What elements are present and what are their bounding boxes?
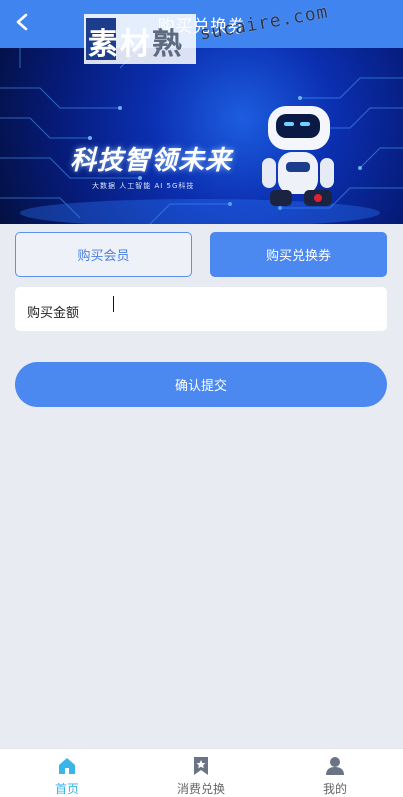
tab-buy-voucher[interactable]: 购买兑换券: [210, 232, 387, 277]
tab-buy-membership[interactable]: 购买会员: [15, 232, 192, 277]
robot-illustration: [262, 106, 334, 206]
nav-item-mine[interactable]: 我的: [268, 749, 402, 797]
submit-button[interactable]: 确认提交: [15, 362, 387, 407]
amount-field: 购买金额: [15, 287, 387, 331]
circuit-background: [0, 48, 403, 224]
amount-input[interactable]: [97, 293, 377, 325]
banner-subline: 大数据 人工智能 AI 5G科技: [92, 182, 195, 190]
nav-label-mine: 我的: [322, 782, 347, 796]
bottom-nav: 首页 消费兑换 我的: [0, 748, 403, 797]
logo-text: 素材: [88, 27, 152, 62]
amount-label: 购买金额: [27, 306, 80, 321]
text-caret: [113, 296, 114, 312]
user-icon: [324, 755, 346, 777]
nav-item-home[interactable]: 首页: [0, 749, 134, 797]
nav-label-home: 首页: [54, 782, 79, 796]
home-icon: [56, 755, 78, 777]
watermark-logo: 素材熟: [84, 14, 196, 64]
nav-item-exchange[interactable]: 消费兑换: [134, 749, 268, 797]
nav-label-exchange: 消费兑换: [176, 782, 225, 796]
banner-image: 科技智领未来 大数据 人工智能 AI 5G科技: [0, 48, 403, 224]
banner-headline: 科技智领未来: [70, 146, 233, 176]
bookmark-icon: [190, 755, 212, 777]
page: 购买兑换券 科技智领未来 大数据 人工智能 AI 5G科技 素材熟 sucair…: [0, 0, 403, 797]
logo-text-secondary: 熟: [152, 27, 184, 62]
